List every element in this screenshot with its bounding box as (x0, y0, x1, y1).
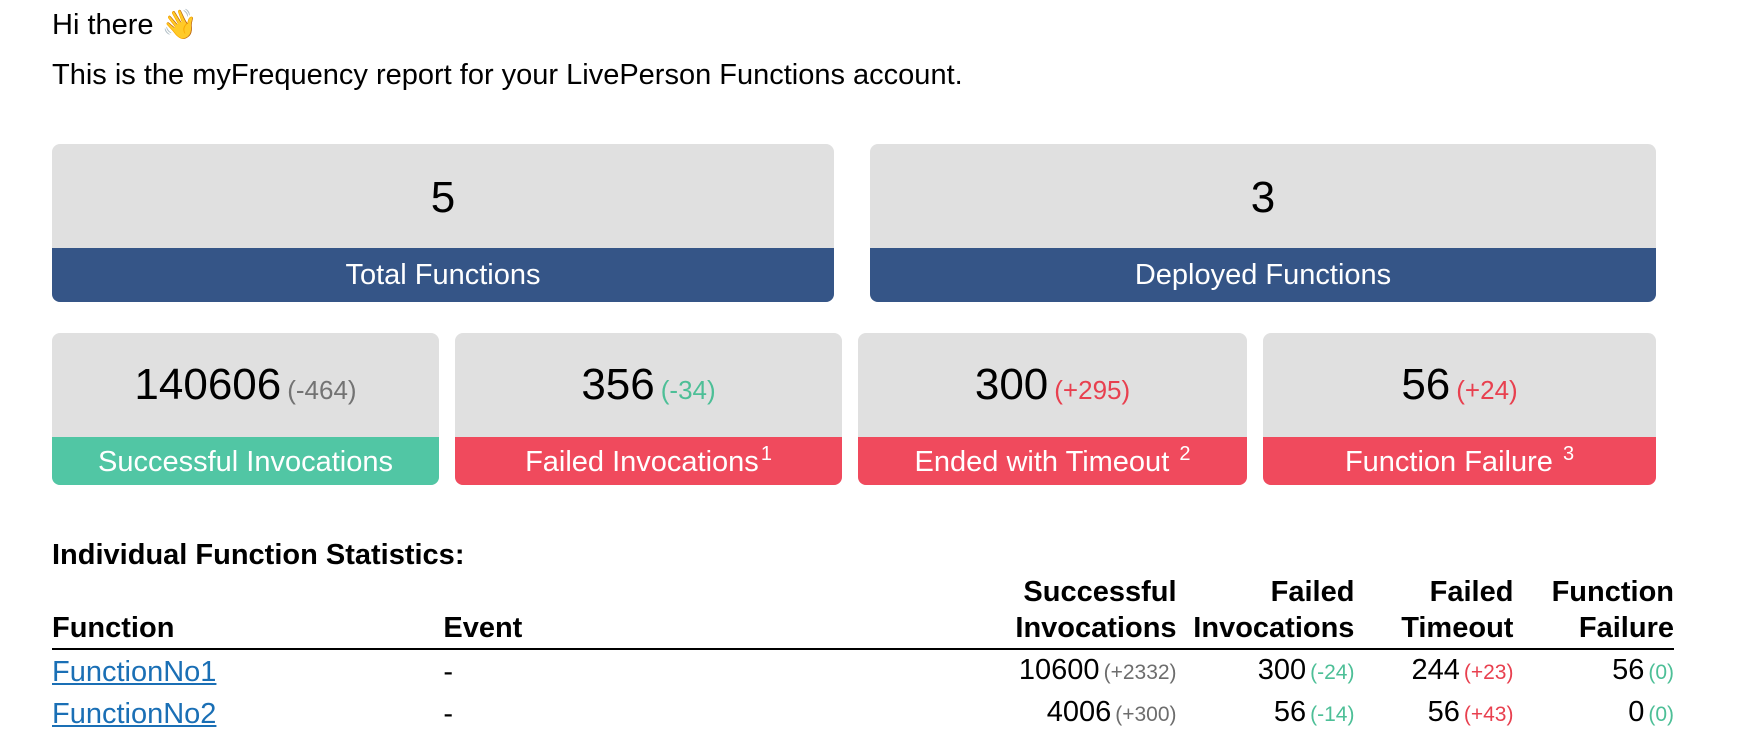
table-row: FunctionNo2 - 4006 (+300) 56 (-14) 56 (+43)… (52, 692, 1674, 734)
total-functions-card: 5 Total Functions (52, 144, 834, 302)
header-failed-invocations: Failed Invocations (1176, 574, 1355, 650)
failure-cell: 0 (0) (1513, 692, 1674, 734)
successful-delta: (+300) (1115, 703, 1177, 726)
successful-invocations-card: 140606 (-464) Successful Invocations (52, 333, 439, 485)
header-failed-line1: Failed (1270, 576, 1355, 608)
header-timeout-line1: Failed (1429, 576, 1514, 608)
failed-cell: 56 (-14) (1177, 692, 1355, 734)
failure-value: 0 (1628, 696, 1645, 728)
failure-cell: 56 (0) (1513, 649, 1674, 692)
footnote-1: 1 (760, 443, 772, 466)
failed-invocations-value: 356 (581, 360, 655, 409)
function-cell: FunctionNo1 (52, 649, 443, 692)
greeting-text: Hi there 👋 (52, 9, 198, 41)
function-failure-delta: (+24) (1456, 375, 1518, 405)
table-row: FunctionNo1 - 10600 (+2332) 300 (-24) 244(… (52, 649, 1674, 692)
deployed-functions-label: Deployed Functions (870, 248, 1656, 302)
header-successful-line2: Invocations (1015, 612, 1177, 644)
header-failure-line1: Function (1551, 576, 1674, 608)
function-stats-table: Function Event Successful Invocations Fai… (52, 574, 1674, 734)
failed-cell: 300 (-24) (1177, 649, 1355, 692)
function-failure-value-row: 56 (+24) (1263, 357, 1656, 418)
footnote-2: 2 (1179, 443, 1191, 466)
ended-with-timeout-label: Ended with Timeout (914, 446, 1178, 478)
deployed-functions-card: 3 Deployed Functions (870, 144, 1656, 302)
successful-invocations-delta: (-464) (287, 375, 357, 405)
header-event: Event (443, 574, 826, 650)
failed-invocations-value-row: 356 (-34) (455, 357, 842, 418)
successful-invocations-value-row: 140606 (-464) (52, 357, 439, 418)
successful-delta: (+2332) (1103, 661, 1177, 684)
ended-with-timeout-delta: (+295) (1054, 375, 1131, 405)
failed-invocations-band: Failed Invocations 1 (455, 437, 842, 485)
function-cell: FunctionNo2 (52, 692, 443, 734)
ended-with-timeout-band: Ended with Timeout 2 (858, 437, 1247, 485)
section-title: Individual Function Statistics: (52, 539, 465, 571)
event-cell: - (443, 655, 454, 688)
failed-value: 300 (1257, 654, 1307, 686)
failed-delta: (-14) (1310, 703, 1355, 726)
timeout-delta: (+23) (1463, 661, 1514, 684)
header-failed-timeout: Failed Timeout (1354, 574, 1514, 650)
total-functions-value: 5 (430, 173, 456, 222)
timeout-cell: 244 (+23) (1354, 649, 1513, 692)
event-cell: - (443, 697, 454, 730)
header-failed-line2: Invocations (1193, 612, 1355, 644)
header-timeout-line2: Timeout (1401, 612, 1514, 644)
ended-with-timeout-value: 300 (974, 360, 1049, 409)
timeout-value: 56 (1427, 696, 1460, 728)
successful-cell: 4006 (+300) (826, 692, 1177, 734)
header-function: Function (52, 574, 444, 650)
failure-delta: (0) (1648, 661, 1674, 684)
deployed-functions-value: 3 (1250, 173, 1276, 222)
timeout-delta: (+43) (1463, 703, 1514, 726)
function-link[interactable]: FunctionNo1 (52, 656, 216, 688)
timeout-cell: 56 (+43) (1354, 692, 1514, 734)
header-successful-invocations: Successful Invocations (825, 574, 1177, 650)
failed-invocations-card: 356 (-34) Failed Invocations 1 (455, 333, 842, 485)
total-functions-label: Total Functions (52, 248, 834, 302)
successful-value: 10600 (1018, 654, 1100, 686)
failure-value: 56 (1612, 654, 1645, 686)
successful-invocations-label: Successful Invocations (52, 437, 439, 485)
header-failure-line2: Failure (1578, 612, 1674, 644)
failed-value: 56 (1273, 696, 1307, 728)
failure-delta: (0) (1648, 703, 1674, 726)
table-header-row: Function Event Successful Invocations Fai… (52, 574, 1674, 650)
failed-invocations-delta: (-34) (660, 375, 716, 405)
intro-text: This is the myFrequency report for your … (52, 59, 963, 91)
header-successful-line1: Successful (1023, 576, 1177, 608)
failed-invocations-label: Failed Invocations (525, 446, 759, 478)
function-failure-band: Function Failure 3 (1263, 437, 1656, 485)
ended-with-timeout-value-row: 300 (+295) (858, 357, 1247, 418)
timeout-value: 244 (1411, 654, 1460, 686)
function-failure-label: Function Failure (1344, 446, 1561, 478)
header-function-failure: Function Failure (1513, 574, 1674, 650)
footnote-3: 3 (1562, 443, 1575, 466)
function-link[interactable]: FunctionNo2 (52, 698, 216, 730)
report-page: Hi there 👋 This is the myFrequency repor… (0, 0, 1737, 754)
successful-cell: 10600 (+2332) (826, 649, 1177, 692)
successful-value: 4006 (1046, 696, 1112, 728)
failed-delta: (-24) (1310, 661, 1355, 684)
function-failure-value: 56 (1401, 360, 1451, 409)
ended-with-timeout-card: 300 (+295) Ended with Timeout 2 (858, 333, 1247, 485)
successful-invocations-value: 140606 (134, 360, 282, 409)
function-failure-card: 56 (+24) Function Failure 3 (1263, 333, 1656, 485)
